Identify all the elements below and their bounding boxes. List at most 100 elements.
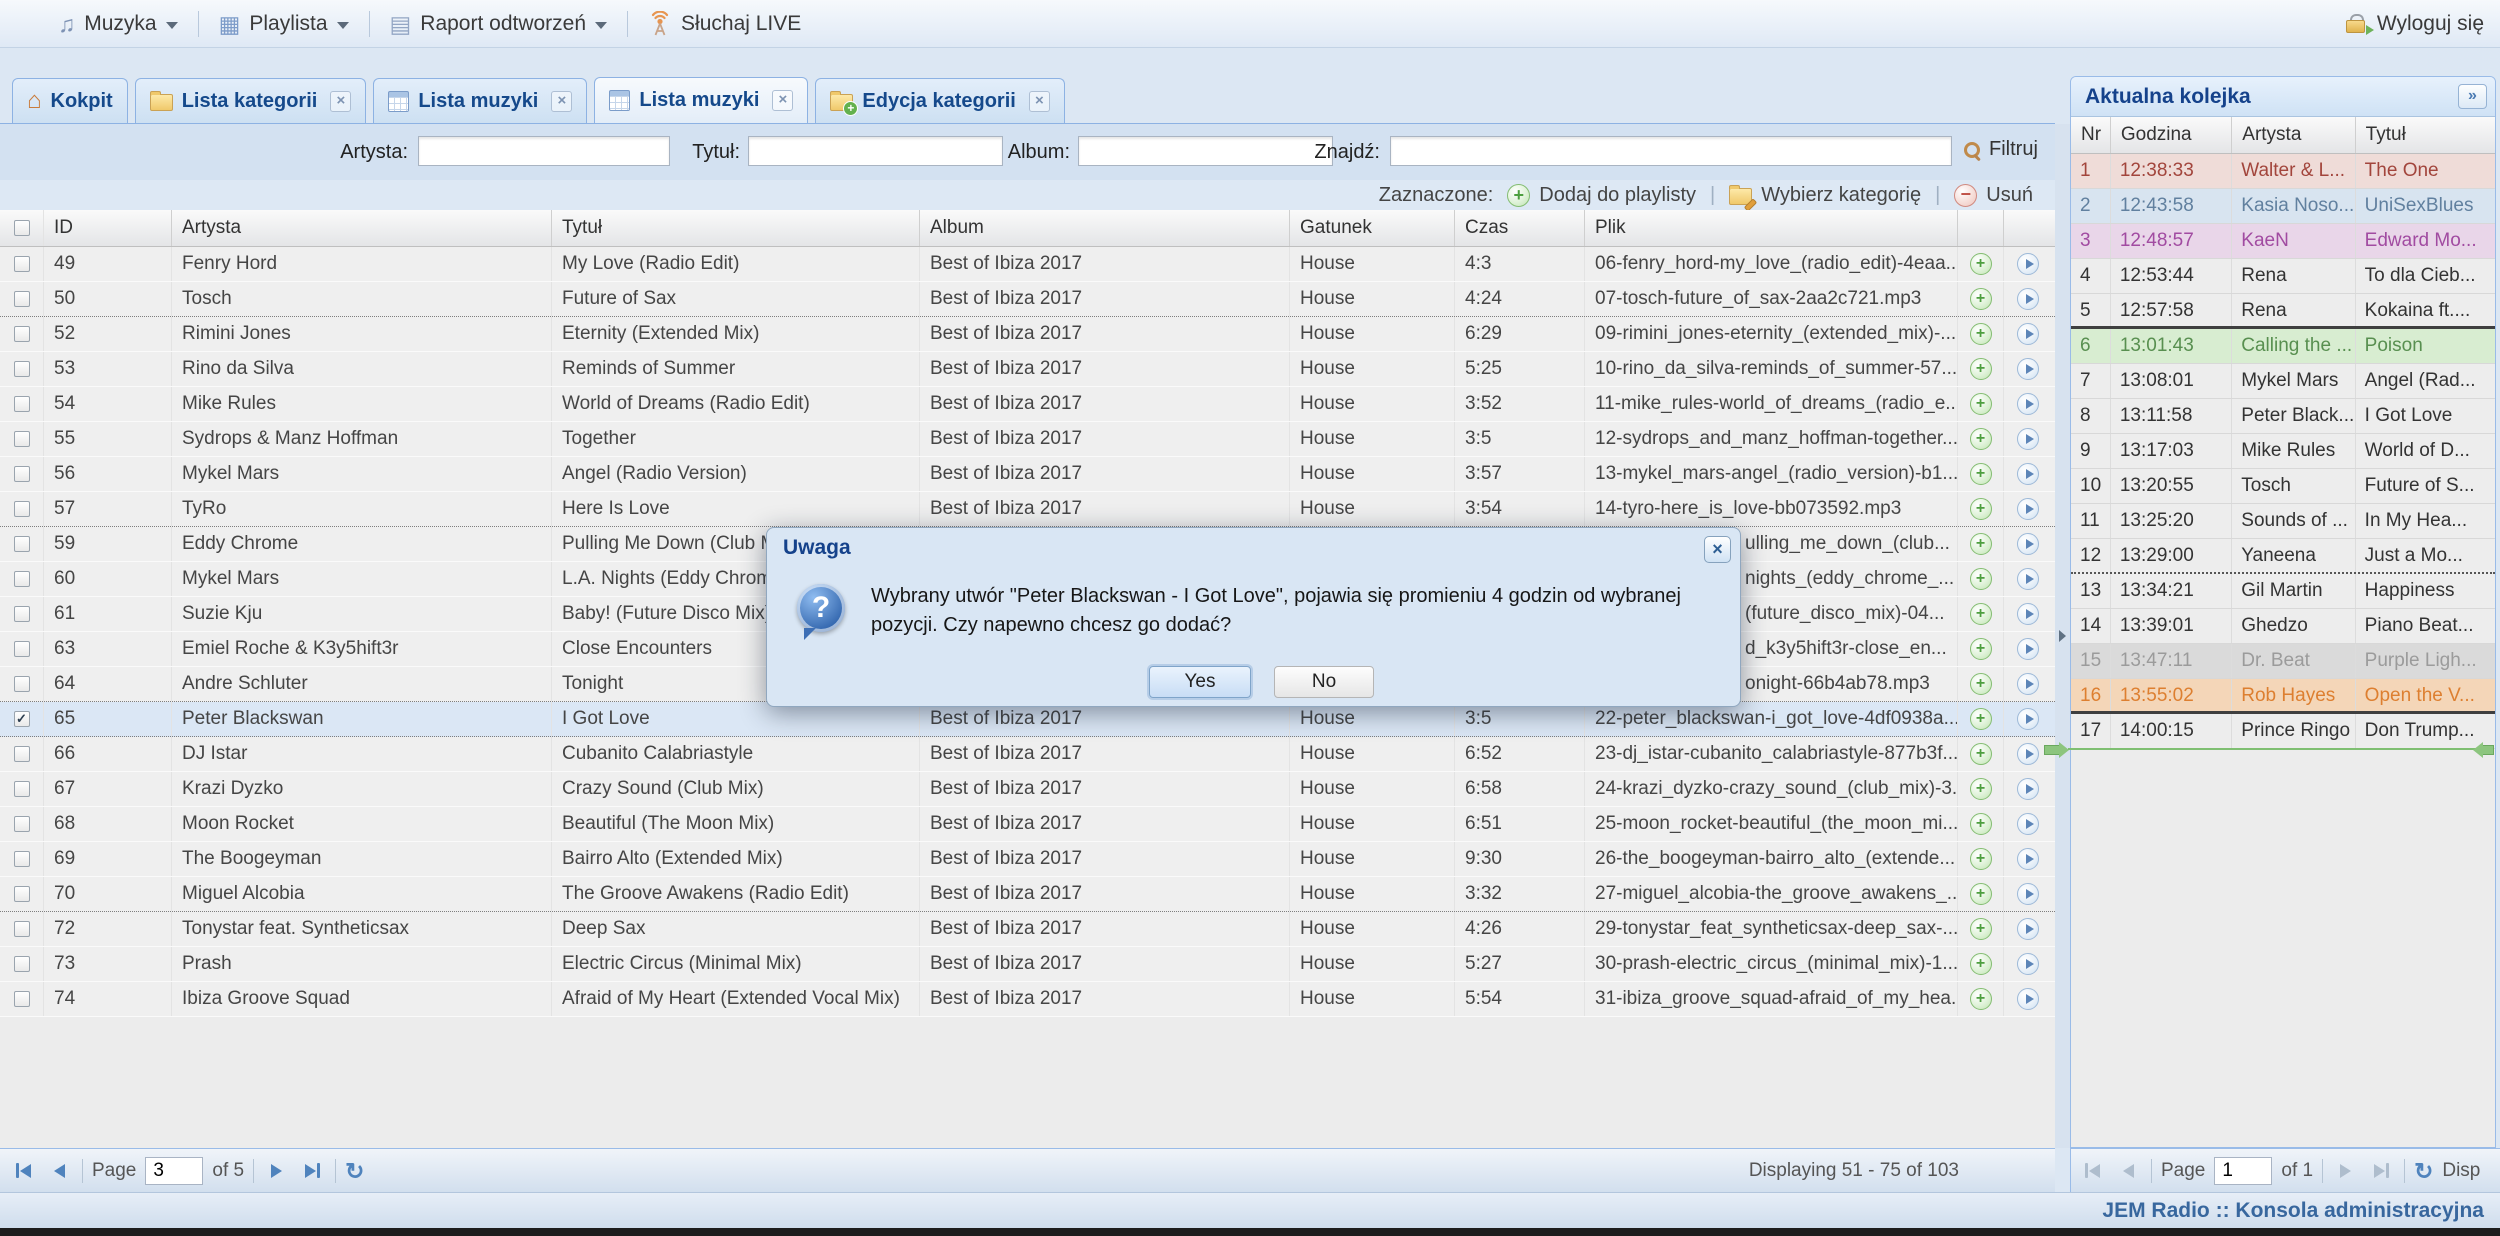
add-to-playlist-icon[interactable]: +	[1970, 778, 1992, 800]
row-checkbox[interactable]	[14, 781, 30, 797]
yes-button[interactable]: Yes	[1149, 666, 1251, 698]
row-checkbox[interactable]: ✓	[14, 711, 30, 727]
table-row[interactable]: 52Rimini JonesEternity (Extended Mix)Bes…	[0, 317, 2055, 352]
queue-row[interactable]: 1013:20:55ToschFuture of S...	[2071, 469, 2495, 504]
table-row[interactable]: 70Miguel AlcobiaThe Groove Awakens (Radi…	[0, 877, 2055, 912]
play-icon[interactable]	[2017, 358, 2039, 380]
menu-raport[interactable]: ▤ Raport odtworzeń	[390, 12, 608, 36]
table-row[interactable]: 73PrashElectric Circus (Minimal Mix)Best…	[0, 947, 2055, 982]
play-icon[interactable]	[2017, 463, 2039, 485]
queue-column-nr[interactable]: Nr	[2071, 117, 2111, 153]
panel-splitter[interactable]	[2055, 124, 2070, 1148]
add-to-playlist-icon[interactable]: +	[1970, 883, 1992, 905]
row-checkbox[interactable]	[14, 956, 30, 972]
column-header-gatunek[interactable]: Gatunek	[1290, 210, 1455, 246]
menu-sluchaj-live[interactable]: Słuchaj LIVE	[648, 11, 801, 37]
play-icon[interactable]	[2017, 778, 2039, 800]
add-to-playlist-icon[interactable]: +	[1970, 813, 1992, 835]
table-row[interactable]: 53Rino da SilvaReminds of SummerBest of …	[0, 352, 2055, 387]
row-checkbox[interactable]	[14, 326, 30, 342]
queue-next-page-button[interactable]	[2332, 1157, 2359, 1184]
queue-page-number-input[interactable]	[2214, 1157, 2272, 1185]
add-to-playlist-icon[interactable]: +	[1970, 358, 1992, 380]
add-to-playlist-icon[interactable]: +	[1970, 603, 1992, 625]
row-checkbox[interactable]	[14, 676, 30, 692]
column-header-artysta[interactable]: Artysta	[172, 210, 552, 246]
queue-refresh-icon[interactable]: ↻	[2414, 1160, 2433, 1182]
play-icon[interactable]	[2017, 323, 2039, 345]
collapse-arrow-icon[interactable]	[2059, 630, 2066, 642]
table-row[interactable]: 54Mike RulesWorld of Dreams (Radio Edit)…	[0, 387, 2055, 422]
row-checkbox[interactable]	[14, 291, 30, 307]
queue-column-godzina[interactable]: Godzina	[2111, 117, 2232, 153]
column-header-tytul[interactable]: Tytuł	[552, 210, 920, 246]
add-to-playlist-icon[interactable]: +	[1970, 288, 1992, 310]
znajdz-input[interactable]	[1390, 136, 1952, 166]
play-icon[interactable]	[2017, 533, 2039, 555]
row-checkbox[interactable]	[14, 571, 30, 587]
play-icon[interactable]	[2017, 568, 2039, 590]
queue-row[interactable]: 412:53:44RenaTo dla Cieb...	[2071, 259, 2495, 294]
add-to-playlist-icon[interactable]: +	[1970, 953, 1992, 975]
play-icon[interactable]	[2017, 708, 2039, 730]
add-to-playlist-icon[interactable]: +	[1970, 393, 1992, 415]
table-row[interactable]: 74Ibiza Groove SquadAfraid of My Heart (…	[0, 982, 2055, 1017]
collapse-panel-button[interactable]: »	[2458, 84, 2487, 109]
row-checkbox[interactable]	[14, 816, 30, 832]
row-checkbox[interactable]	[14, 396, 30, 412]
play-icon[interactable]	[2017, 288, 2039, 310]
column-header-album[interactable]: Album	[920, 210, 1290, 246]
play-icon[interactable]	[2017, 918, 2039, 940]
add-to-playlist-icon[interactable]: +	[1970, 708, 1992, 730]
play-icon[interactable]	[2017, 813, 2039, 835]
close-icon[interactable]: ×	[1029, 91, 1050, 112]
queue-row[interactable]: 212:43:58Kasia Noso...UniSexBlues	[2071, 189, 2495, 224]
table-row[interactable]: 66DJ IstarCubanito CalabriastyleBest of …	[0, 737, 2055, 772]
add-to-playlist-icon[interactable]: +	[1970, 988, 1992, 1010]
table-row[interactable]: 55Sydrops & Manz HoffmanTogetherBest of …	[0, 422, 2055, 457]
tab-lista-kategorii[interactable]: Lista kategorii ×	[135, 78, 367, 123]
tab-lista-muzyki-2-active[interactable]: Lista muzyki ×	[594, 77, 808, 123]
tab-kokpit[interactable]: ⌂ Kokpit	[12, 78, 128, 123]
row-checkbox[interactable]	[14, 256, 30, 272]
add-to-playlist-button[interactable]: + Dodaj do playlisty	[1507, 184, 1696, 207]
row-checkbox[interactable]	[14, 466, 30, 482]
queue-row[interactable]: 1613:55:02Rob HayesOpen the V...	[2071, 679, 2495, 714]
row-checkbox[interactable]	[14, 431, 30, 447]
play-icon[interactable]	[2017, 393, 2039, 415]
table-row[interactable]: 50ToschFuture of SaxBest of Ibiza 2017Ho…	[0, 282, 2055, 317]
queue-row[interactable]: 813:11:58Peter Black...I Got Love	[2071, 399, 2495, 434]
row-checkbox[interactable]	[14, 361, 30, 377]
table-row[interactable]: 57TyRoHere Is LoveBest of Ibiza 2017Hous…	[0, 492, 2055, 527]
filtruj-button[interactable]: Filtruj	[1963, 138, 2038, 161]
no-button[interactable]: No	[1274, 666, 1374, 698]
play-icon[interactable]	[2017, 673, 2039, 695]
play-icon[interactable]	[2017, 603, 2039, 625]
queue-prev-page-button[interactable]	[2115, 1157, 2142, 1184]
tab-edycja-kategorii[interactable]: Edycja kategorii ×	[815, 78, 1064, 123]
column-header-id[interactable]: ID	[44, 210, 172, 246]
queue-column-artysta[interactable]: Artysta	[2232, 117, 2355, 153]
dialog-close-icon[interactable]: ×	[1704, 536, 1731, 563]
play-icon[interactable]	[2017, 743, 2039, 765]
table-row[interactable]: 56Mykel MarsAngel (Radio Version)Best of…	[0, 457, 2055, 492]
next-page-button[interactable]	[263, 1157, 290, 1184]
add-to-playlist-icon[interactable]: +	[1970, 253, 1992, 275]
column-header-czas[interactable]: Czas	[1455, 210, 1585, 246]
queue-row[interactable]: 913:17:03Mike RulesWorld of D...	[2071, 434, 2495, 469]
play-icon[interactable]	[2017, 953, 2039, 975]
last-page-button[interactable]	[299, 1157, 326, 1184]
queue-row[interactable]: 1113:25:20Sounds of ...In My Hea...	[2071, 504, 2495, 539]
add-to-playlist-icon[interactable]: +	[1970, 918, 1992, 940]
row-checkbox[interactable]	[14, 501, 30, 517]
add-to-playlist-icon[interactable]: +	[1970, 323, 1992, 345]
row-checkbox[interactable]	[14, 921, 30, 937]
queue-row[interactable]: 1313:34:21Gil MartinHappiness	[2071, 574, 2495, 609]
play-icon[interactable]	[2017, 988, 2039, 1010]
add-to-playlist-icon[interactable]: +	[1970, 568, 1992, 590]
play-icon[interactable]	[2017, 253, 2039, 275]
select-all-checkbox[interactable]	[14, 220, 30, 236]
close-icon[interactable]: ×	[330, 91, 351, 112]
menu-muzyka[interactable]: ♫ Muzyka	[58, 12, 178, 36]
queue-row[interactable]: 312:48:57KaeNEdward Mo...	[2071, 224, 2495, 259]
